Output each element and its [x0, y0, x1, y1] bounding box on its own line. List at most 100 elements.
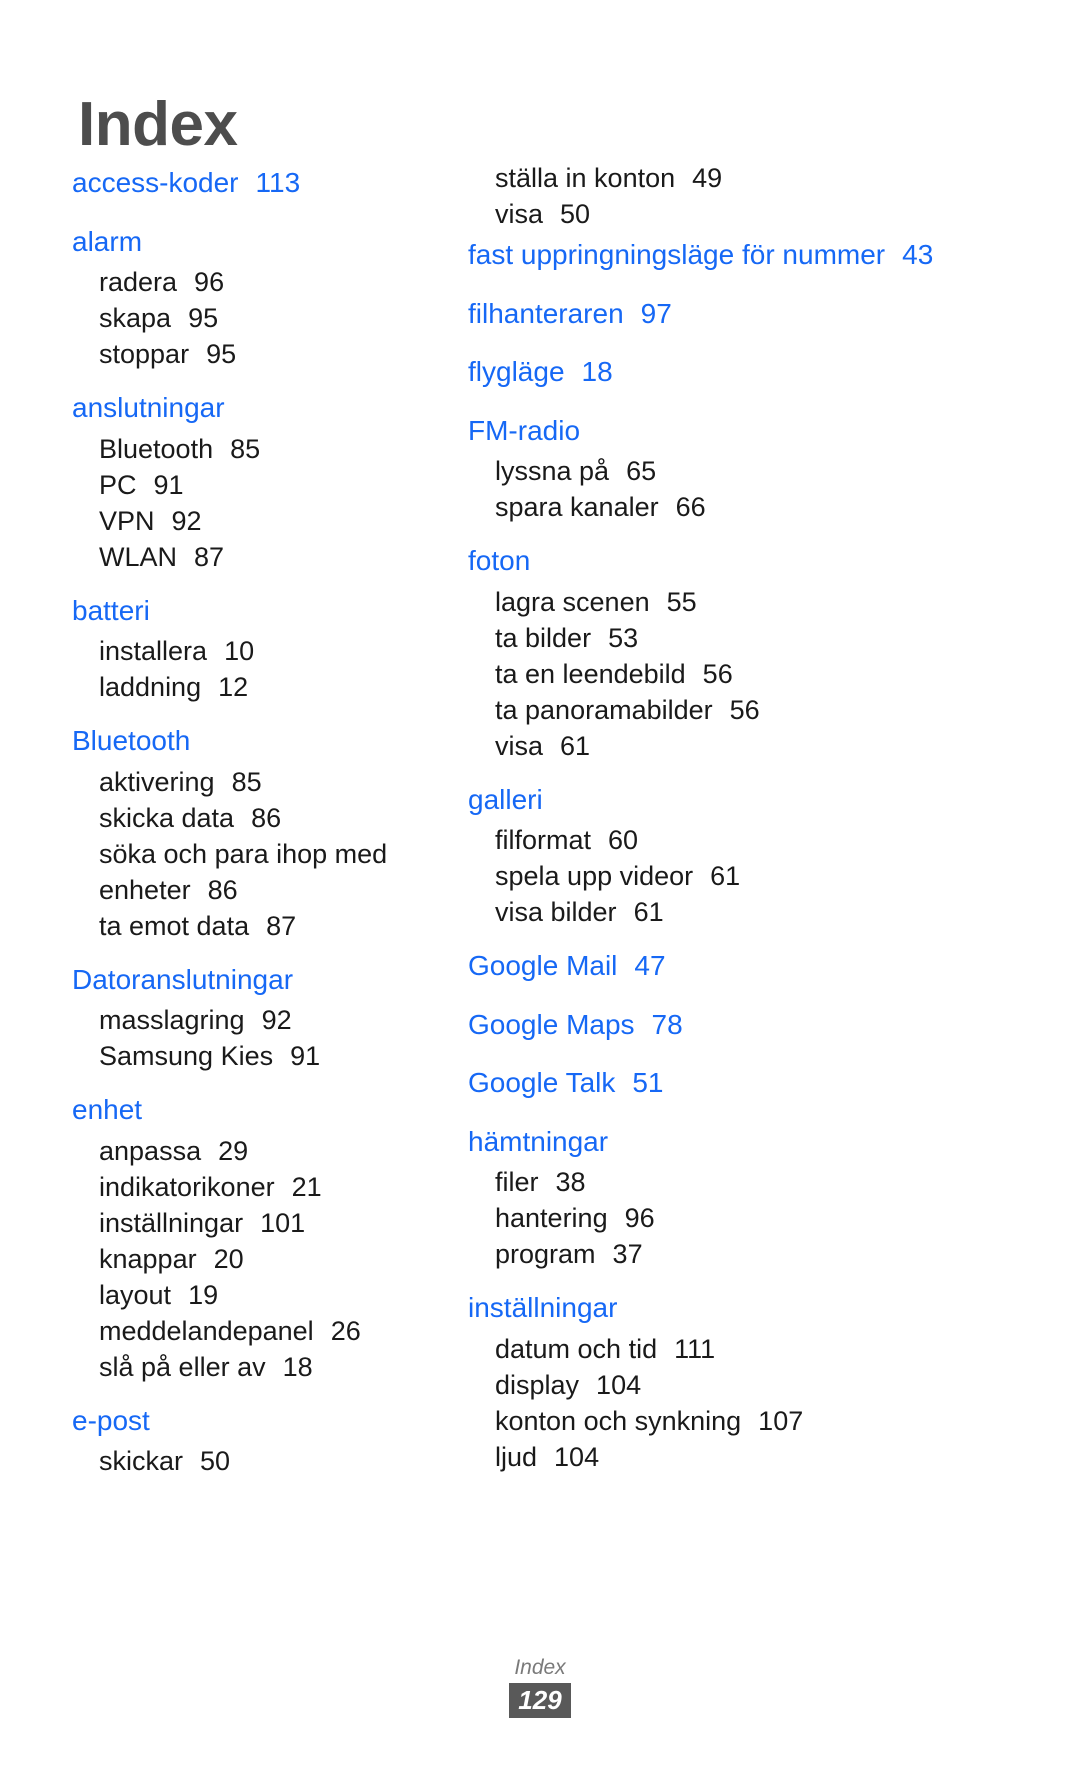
index-sub-entry[interactable]: visa bilder 61 — [468, 894, 970, 930]
index-entry-group: alarm radera 96 skapa 95 stoppar 95 — [72, 219, 432, 373]
index-sub-entry[interactable]: stoppar 95 — [72, 336, 432, 372]
index-sub-entry-page: 86 — [251, 802, 282, 833]
index-main-entry[interactable]: filhanteraren 97 — [468, 291, 970, 337]
index-sub-entry-page: 19 — [188, 1279, 219, 1310]
index-sub-entry[interactable]: konton och synkning 107 — [468, 1403, 970, 1439]
index-sub-entry[interactable]: laddning 12 — [72, 669, 432, 705]
index-sub-entry-label: display — [495, 1369, 580, 1400]
index-main-entry[interactable]: Google Maps 78 — [468, 1002, 970, 1048]
index-main-entry[interactable]: e-post — [72, 1398, 432, 1444]
index-sub-entry-label: filformat — [495, 825, 592, 855]
index-sub-entry[interactable]: ta en leendebild 56 — [468, 656, 970, 692]
index-sub-entry[interactable]: visa 50 — [468, 196, 970, 232]
index-sub-entry-label: datum och tid — [495, 1333, 658, 1364]
index-sub-entry[interactable]: Samsung Kies 91 — [72, 1038, 432, 1074]
index-sub-entry[interactable]: ljud 104 — [468, 1439, 970, 1475]
index-main-entry-page: 47 — [634, 950, 666, 981]
index-main-entry-label: anslutningar — [72, 392, 225, 423]
index-sub-entry-page: 111 — [674, 1333, 716, 1364]
index-main-entry-label: Google Maps — [468, 1008, 635, 1040]
index-sub-entry[interactable]: meddelandepanel 26 — [72, 1313, 432, 1349]
index-main-entry[interactable]: Datoranslutningar — [72, 957, 432, 1003]
index-sub-entry-label: spela upp videor — [495, 861, 694, 891]
index-sub-entry-page: 56 — [702, 658, 733, 689]
index-sub-entry-label: program — [495, 1239, 596, 1269]
index-main-entry-label: Google Mail — [468, 950, 618, 981]
index-main-entry[interactable]: access-koder 113 — [72, 160, 432, 206]
index-sub-entry-page: 26 — [330, 1315, 361, 1346]
index-sub-entry[interactable]: skickar 50 — [72, 1443, 432, 1479]
index-sub-entry-label: layout — [99, 1279, 172, 1310]
index-sub-entry[interactable]: installera 10 — [72, 633, 432, 669]
index-sub-entry[interactable]: spela upp videor 61 — [468, 858, 970, 894]
index-sub-entry[interactable]: radera 96 — [72, 264, 432, 300]
index-sub-entry-page: 91 — [153, 469, 184, 500]
index-sub-entry[interactable]: PC 91 — [72, 467, 432, 503]
index-main-entry[interactable]: flygläge 18 — [468, 349, 970, 395]
index-main-entry-page: 18 — [581, 356, 613, 387]
index-sub-entry[interactable]: visa 61 — [468, 728, 970, 764]
index-sub-entry[interactable]: ta bilder 53 — [468, 620, 970, 656]
index-sub-entry[interactable]: skicka data 86 — [72, 800, 432, 836]
index-sub-entry[interactable]: söka och para ihop med enheter 86 — [72, 836, 432, 908]
index-sub-entry[interactable]: ta emot data 87 — [72, 908, 432, 944]
index-sub-entry-label: stoppar — [99, 339, 190, 369]
index-sub-entry-page: 95 — [206, 339, 237, 369]
index-sub-entry[interactable]: datum och tid 111 — [468, 1331, 970, 1367]
index-column-right: ställa in konton 49 visa 50 fast uppringning… — [440, 160, 980, 1475]
index-sub-entry-label: masslagring — [99, 1005, 245, 1035]
index-main-entry[interactable]: alarm — [72, 219, 432, 265]
index-sub-entry-label: Samsung Kies — [99, 1041, 274, 1071]
index-sub-entry[interactable]: anpassa 29 — [72, 1133, 432, 1169]
index-sub-entry[interactable]: ställa in konton 49 — [468, 160, 970, 196]
index-sub-entry[interactable]: ta panoramabilder 56 — [468, 692, 970, 728]
index-sub-entry-label: ta bilder — [495, 622, 592, 653]
index-entry-group: e-post skickar 50 — [72, 1398, 432, 1480]
index-main-entry[interactable]: enhet — [72, 1087, 432, 1133]
index-sub-entry[interactable]: WLAN 87 — [72, 539, 432, 575]
index-main-entry[interactable]: inställningar — [468, 1285, 970, 1331]
index-sub-entry[interactable]: aktivering 85 — [72, 764, 432, 800]
index-main-entry[interactable]: anslutningar — [72, 385, 432, 431]
index-sub-entry-label: slå på eller av — [99, 1351, 266, 1382]
index-sub-entry-page: 29 — [218, 1135, 249, 1166]
index-main-entry[interactable]: galleri — [468, 777, 970, 823]
index-sub-entry[interactable]: hantering 96 — [468, 1200, 970, 1236]
index-sub-entry-label: skickar — [99, 1446, 184, 1476]
index-sub-entry[interactable]: filformat 60 — [468, 822, 970, 858]
index-sub-entry[interactable]: slå på eller av 18 — [72, 1349, 432, 1385]
index-sub-entry[interactable]: indikatorikoner 21 — [72, 1169, 432, 1205]
index-sub-entry[interactable]: skapa 95 — [72, 300, 432, 336]
index-entry-group: enhet anpassa 29 indikatorikoner 21 inställni… — [72, 1087, 432, 1385]
index-main-entry[interactable]: Bluetooth — [72, 718, 432, 764]
index-main-entry-label: Google Talk — [468, 1067, 616, 1098]
index-sub-entry[interactable]: filer 38 — [468, 1164, 970, 1200]
index-sub-entry[interactable]: spara kanaler 66 — [468, 489, 970, 525]
index-sub-entry[interactable]: inställningar 101 — [72, 1205, 432, 1241]
index-entry-group: batteri installera 10 laddning 12 — [72, 588, 432, 706]
footer-page-number: 129 — [509, 1683, 571, 1718]
index-sub-entry[interactable]: VPN 92 — [72, 503, 432, 539]
index-sub-entry[interactable]: Bluetooth 85 — [72, 431, 432, 467]
index-main-entry[interactable]: FM-radio — [468, 408, 970, 454]
index-sub-entry-label: Bluetooth — [99, 433, 214, 464]
index-sub-entry-page: 12 — [218, 672, 249, 702]
index-sub-entry-page: 50 — [560, 199, 591, 229]
index-sub-entry-label: konton och synkning — [495, 1405, 742, 1436]
index-sub-entry[interactable]: layout 19 — [72, 1277, 432, 1313]
index-sub-entry[interactable]: lagra scenen 55 — [468, 584, 970, 620]
index-sub-entry[interactable]: knappar 20 — [72, 1241, 432, 1277]
index-main-entry[interactable]: foton — [468, 538, 970, 584]
index-sub-entry[interactable]: display 104 — [468, 1367, 970, 1403]
index-column-left: access-koder 113 alarm radera 96 skapa 95 stopp… — [0, 160, 440, 1479]
index-sub-entry[interactable]: lyssna på 65 — [468, 453, 970, 489]
index-main-entry[interactable]: Google Talk 51 — [468, 1060, 970, 1106]
index-sub-entry[interactable]: program 37 — [468, 1236, 970, 1272]
index-main-entry[interactable]: fast uppringningsläge för nummer 43 — [468, 232, 970, 278]
index-main-entry[interactable]: batteri — [72, 588, 432, 634]
index-sub-entry-page: 87 — [266, 910, 297, 941]
index-main-entry[interactable]: hämtningar — [468, 1119, 970, 1165]
index-sub-entry[interactable]: masslagring 92 — [72, 1002, 432, 1038]
index-main-entry[interactable]: Google Mail 47 — [468, 943, 970, 989]
index-sub-entry-label: inställningar — [99, 1207, 244, 1238]
